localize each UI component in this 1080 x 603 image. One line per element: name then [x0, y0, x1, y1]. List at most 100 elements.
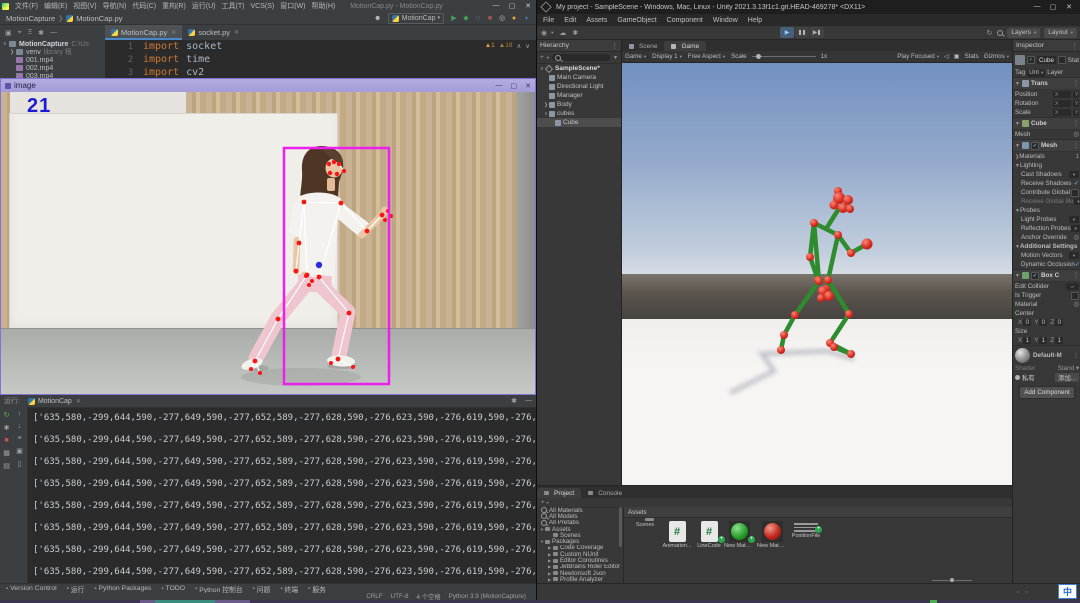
menu-item[interactable]: 帮助(H): [308, 1, 338, 11]
create-add-icon[interactable]: +: [541, 499, 545, 506]
menu-item[interactable]: GameObject: [617, 17, 656, 24]
tab-console[interactable]: Console: [581, 488, 629, 498]
tab-project[interactable]: Project: [537, 488, 581, 498]
project-tree-file[interactable]: 001.mp4: [0, 56, 105, 64]
ime-indicator[interactable]: 中: [1058, 584, 1077, 599]
console-log-icon[interactable]: ▫: [1017, 589, 1019, 596]
status-item[interactable]: CRLF: [366, 593, 382, 600]
settings-gear-icon[interactable]: ✱: [38, 29, 44, 37]
collab-status-icon[interactable]: ▫: [1025, 589, 1027, 596]
create-add-icon[interactable]: +: [540, 54, 544, 61]
tab-close-icon[interactable]: ✕: [171, 29, 176, 36]
tool-window-button[interactable]: ▪Python Packages: [94, 585, 151, 592]
breadcrumb-project[interactable]: MotionCapture: [6, 14, 55, 23]
print-icon[interactable]: ▣: [16, 447, 23, 455]
status-item[interactable]: Python 3.9 (MotionCapture): [449, 593, 526, 600]
menu-item[interactable]: 编辑(E): [41, 1, 70, 11]
tool-window-button[interactable]: ▪TODO: [161, 585, 185, 592]
anchor-override-row[interactable]: Anchor Override◎: [1013, 233, 1080, 242]
status-item[interactable]: UTF-8: [391, 593, 409, 600]
hierarchy-item-body[interactable]: ❯Body: [537, 100, 621, 109]
menu-item[interactable]: Help: [748, 17, 762, 24]
maximize-button[interactable]: ▢: [1045, 3, 1061, 11]
soft-wrap-icon[interactable]: ≡: [17, 435, 21, 442]
rotation-row[interactable]: RotationXY: [1013, 99, 1080, 108]
hierarchy-item-directional-light[interactable]: Directional Light: [537, 82, 621, 91]
asset-linecode-script[interactable]: #+ LineCode: [694, 521, 724, 549]
mesh-filter-component-header[interactable]: ▼Cube⋮: [1013, 117, 1080, 130]
asset-green-material[interactable]: + New Mater...: [724, 521, 754, 549]
hierarchy-item-cubes[interactable]: ∨cubes: [537, 109, 621, 118]
play-focused-dropdown[interactable]: Play Focused▾: [897, 53, 939, 60]
add-dropdown-icon[interactable]: ▾: [547, 500, 549, 505]
asset-scenes-folder[interactable]: Scenes: [630, 521, 660, 528]
prev-warning-icon[interactable]: ∧: [516, 42, 521, 50]
scale-row[interactable]: ScaleXY: [1013, 108, 1080, 117]
maximize-icon[interactable]: ▢: [511, 82, 518, 90]
inspection-widget[interactable]: ▲1 ▲18 ∧∨: [485, 42, 530, 50]
project-tree-item[interactable]: ▶Profile Analyzer: [537, 576, 623, 582]
console-output[interactable]: ['635,580,-299,644,590,-277,649,590,-277…: [27, 407, 536, 583]
search-icon[interactable]: [997, 30, 1003, 36]
search-everywhere-icon[interactable]: ◎: [496, 14, 508, 22]
probes-foldout[interactable]: ▼Probes: [1013, 206, 1080, 215]
size-values-row[interactable]: X1 Y1 Z1: [1013, 336, 1080, 345]
hierarchy-scene-row[interactable]: ∨SampleScene*: [537, 64, 621, 73]
position-row[interactable]: PositionXY: [1013, 90, 1080, 99]
up-stack-icon[interactable]: ↑: [18, 411, 22, 418]
minimize-icon[interactable]: —: [496, 82, 503, 90]
tab-game[interactable]: Game: [664, 41, 706, 51]
assets-breadcrumb[interactable]: Assets: [624, 507, 1012, 518]
component-enabled-checkbox[interactable]: ✓: [1031, 272, 1039, 280]
aspect-dropdown[interactable]: Free Aspect▾: [688, 53, 725, 60]
down-stack-icon[interactable]: ↓: [18, 423, 22, 430]
asset-red-material[interactable]: New Mater...: [757, 521, 787, 549]
user-account-icon[interactable]: ☻: [372, 15, 384, 22]
close-button[interactable]: ✕: [1061, 3, 1077, 11]
tool-window-button[interactable]: ▪Version Control: [6, 585, 57, 592]
project-view-icon[interactable]: ▣: [5, 29, 12, 37]
physic-material-row[interactable]: Material◎: [1013, 300, 1080, 309]
image-window-titlebar[interactable]: image —▢✕: [1, 79, 535, 92]
hierarchy-search-input[interactable]: [552, 54, 610, 61]
asset-positionfile[interactable]: + PositionFile: [791, 521, 821, 539]
pin-icon[interactable]: ▤: [3, 462, 10, 470]
receive-shadows-row[interactable]: Receive Shadows✓: [1013, 179, 1080, 188]
center-values-row[interactable]: X0 Y0 Z0: [1013, 318, 1080, 327]
object-picker-icon[interactable]: ◎: [1074, 234, 1080, 241]
stop-icon[interactable]: ■: [4, 437, 8, 444]
editor-tab-socket[interactable]: socket.py✕: [182, 25, 245, 40]
services-gear-icon[interactable]: ✱: [572, 29, 578, 37]
undo-history-icon[interactable]: ↻: [987, 29, 993, 37]
tab-close-icon[interactable]: ✕: [234, 29, 239, 36]
services-icon[interactable]: ◑: [520, 15, 532, 22]
menu-item[interactable]: Edit: [564, 17, 576, 24]
tool-window-button[interactable]: ▪Python 控制台: [195, 584, 243, 594]
display-dropdown[interactable]: Display 1▾: [652, 53, 682, 60]
contribute-gi-row[interactable]: Contribute Global: [1013, 188, 1080, 197]
object-picker-icon[interactable]: ◎: [1074, 301, 1080, 308]
minimize-button[interactable]: —: [488, 2, 504, 10]
object-name-field[interactable]: Cube: [1037, 56, 1056, 64]
breadcrumb-file[interactable]: MotionCap.py: [76, 14, 122, 23]
shader-row[interactable]: ShaderStand ▾: [1013, 364, 1080, 373]
menu-item[interactable]: 运行(U): [189, 1, 219, 11]
tab-close-icon[interactable]: ✕: [76, 398, 81, 405]
stats-button[interactable]: Stats: [965, 53, 979, 60]
box-collider-component-header[interactable]: ▼✓Box C⋮: [1013, 269, 1080, 282]
edit-collider-button[interactable]: ▱: [1066, 283, 1079, 290]
scale-slider[interactable]: Scale1x: [731, 53, 827, 60]
code-editor[interactable]: 1importsocket 2importtime 3importcv2 ▲1 …: [105, 40, 536, 78]
profiler-icon[interactable]: ●: [508, 15, 520, 22]
active-checkbox[interactable]: ✓: [1027, 56, 1035, 64]
menu-item[interactable]: 窗口(W): [277, 1, 308, 11]
layers-dropdown[interactable]: Layers▾: [1007, 28, 1040, 38]
vsync-icon[interactable]: ▣: [954, 53, 960, 60]
scroll-source-icon[interactable]: Ξ: [28, 29, 33, 36]
tag-dropdown[interactable]: Unt▾: [1027, 69, 1045, 77]
component-enabled-checkbox[interactable]: ✓: [1031, 142, 1039, 150]
thumbnail-size-slider[interactable]: [932, 580, 972, 581]
object-picker-icon[interactable]: ◎: [1074, 131, 1080, 138]
panel-menu-icon[interactable]: ⋮: [1071, 42, 1078, 50]
game-menu-dropdown[interactable]: Game▾: [625, 53, 646, 60]
